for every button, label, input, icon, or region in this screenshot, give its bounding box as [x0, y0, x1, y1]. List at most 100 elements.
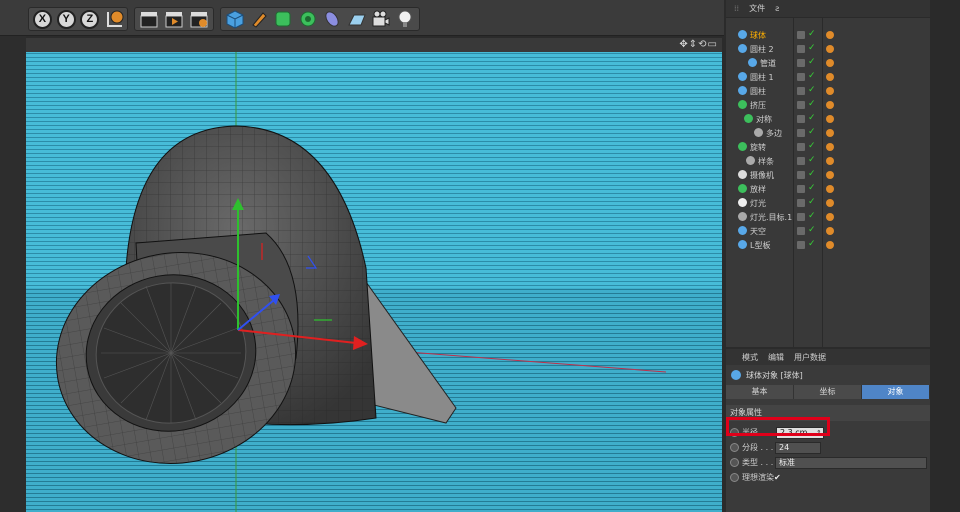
enabled-check-icon[interactable]: ✓ — [808, 127, 816, 137]
object-row[interactable]: 挤压 ✓ — [726, 98, 930, 112]
enabled-check-icon[interactable]: ✓ — [808, 141, 816, 151]
segments-anim-radio[interactable] — [730, 443, 739, 452]
layer-chip-icon[interactable] — [797, 45, 805, 53]
object-name[interactable]: 灯光.目标.1 — [750, 212, 792, 223]
enabled-check-icon[interactable]: ✓ — [808, 197, 816, 207]
object-name[interactable]: 天空 — [750, 226, 766, 237]
viewport-nav-icons[interactable]: ✥⇕⟲▭ — [679, 39, 718, 50]
layer-chip-icon[interactable] — [797, 185, 805, 193]
mode-menu[interactable]: 模式 — [742, 352, 758, 363]
object-row[interactable]: 灯光.目标.1 ✓ — [726, 210, 930, 224]
layer-chip-icon[interactable] — [797, 227, 805, 235]
tag-icon[interactable] — [826, 101, 834, 109]
object-name[interactable]: 圆柱 1 — [750, 72, 774, 83]
layer-chip-icon[interactable] — [797, 241, 805, 249]
tag-icon[interactable] — [826, 185, 834, 193]
object-row[interactable]: 旋转 ✓ — [726, 140, 930, 154]
layer-chip-icon[interactable] — [797, 59, 805, 67]
object-name[interactable]: 样条 — [758, 156, 774, 167]
add-deformer-button[interactable] — [322, 9, 343, 29]
object-name[interactable]: 旋转 — [750, 142, 766, 153]
enabled-check-icon[interactable]: ✓ — [808, 43, 816, 53]
layer-chip-icon[interactable] — [797, 199, 805, 207]
render-settings-button[interactable] — [188, 9, 210, 29]
add-light-button[interactable] — [395, 9, 416, 29]
lock-x-button[interactable]: X — [32, 9, 53, 29]
object-row[interactable]: 球体 ✓ — [726, 28, 930, 42]
lock-z-button[interactable]: Z — [80, 9, 101, 29]
object-row[interactable]: 圆柱 2 ✓ — [726, 42, 930, 56]
object-name[interactable]: 圆柱 2 — [750, 44, 774, 55]
view-menu-icon[interactable]: ƨ — [775, 4, 779, 13]
object-name[interactable]: L型板 — [750, 240, 770, 251]
render-view-button[interactable] — [138, 9, 160, 29]
tag-icon[interactable] — [826, 115, 834, 123]
layer-chip-icon[interactable] — [797, 129, 805, 137]
tag-icon[interactable] — [826, 45, 834, 53]
add-cube-button[interactable] — [224, 9, 245, 29]
tag-icon[interactable] — [826, 171, 834, 179]
enabled-check-icon[interactable]: ✓ — [808, 211, 816, 221]
tag-icon[interactable] — [826, 241, 834, 249]
object-row[interactable]: 圆柱 ✓ — [726, 84, 930, 98]
object-name[interactable]: 管道 — [760, 58, 776, 69]
object-name[interactable]: 挤压 — [750, 100, 766, 111]
add-spline-pen-button[interactable] — [248, 9, 269, 29]
object-row[interactable]: L型板 ✓ — [726, 238, 930, 252]
object-name[interactable]: 圆柱 — [750, 86, 766, 97]
enabled-check-icon[interactable]: ✓ — [808, 85, 816, 95]
add-subdivision-button[interactable] — [273, 9, 294, 29]
tag-icon[interactable] — [826, 31, 834, 39]
tag-icon[interactable] — [826, 143, 834, 151]
tag-icon[interactable] — [826, 129, 834, 137]
tab-object[interactable]: 对象 — [862, 385, 930, 399]
enabled-check-icon[interactable]: ✓ — [808, 169, 816, 179]
layer-chip-icon[interactable] — [797, 73, 805, 81]
enabled-check-icon[interactable]: ✓ — [808, 57, 816, 67]
object-row[interactable]: 圆柱 1 ✓ — [726, 70, 930, 84]
tag-icon[interactable] — [826, 59, 834, 67]
tag-icon[interactable] — [826, 157, 834, 165]
object-name[interactable]: 放样 — [750, 184, 766, 195]
layer-chip-icon[interactable] — [797, 171, 805, 179]
object-row[interactable]: 多边 ✓ — [726, 126, 930, 140]
segments-input[interactable]: 24 — [775, 441, 821, 454]
object-row[interactable]: 天空 ✓ — [726, 224, 930, 238]
layer-chip-icon[interactable] — [797, 115, 805, 123]
tab-basic[interactable]: 基本 — [726, 385, 794, 399]
enabled-check-icon[interactable]: ✓ — [808, 113, 816, 123]
add-floor-button[interactable] — [346, 9, 367, 29]
tag-icon[interactable] — [826, 213, 834, 221]
object-row[interactable]: 放样 ✓ — [726, 182, 930, 196]
enabled-check-icon[interactable]: ✓ — [808, 155, 816, 165]
object-name[interactable]: 球体 — [750, 30, 766, 41]
enabled-check-icon[interactable]: ✓ — [808, 225, 816, 235]
enabled-check-icon[interactable]: ✓ — [808, 99, 816, 109]
layer-chip-icon[interactable] — [797, 213, 805, 221]
object-row[interactable]: 管道 ✓ — [726, 56, 930, 70]
user-data-menu[interactable]: 用户数据 — [794, 352, 826, 363]
render-perfect-anim-radio[interactable] — [730, 473, 739, 482]
3d-viewport[interactable]: ✥⇕⟲▭ — [26, 38, 722, 512]
object-name[interactable]: 多边 — [766, 128, 782, 139]
object-row[interactable]: 灯光 ✓ — [726, 196, 930, 210]
add-camera-button[interactable] — [370, 9, 391, 29]
type-anim-radio[interactable] — [730, 458, 739, 467]
render-perfect-checkbox[interactable]: ✔ — [774, 473, 781, 482]
object-row[interactable]: 摄像机 ✓ — [726, 168, 930, 182]
enabled-check-icon[interactable]: ✓ — [808, 239, 816, 249]
enabled-check-icon[interactable]: ✓ — [808, 71, 816, 81]
layer-chip-icon[interactable] — [797, 101, 805, 109]
object-name[interactable]: 对称 — [756, 114, 772, 125]
tag-icon[interactable] — [826, 73, 834, 81]
type-select[interactable]: 标准 — [775, 456, 927, 469]
lock-y-button[interactable]: Y — [56, 9, 77, 29]
tab-coordinates[interactable]: 坐标 — [794, 385, 862, 399]
layer-chip-icon[interactable] — [797, 157, 805, 165]
file-menu[interactable]: 文件 — [749, 3, 765, 14]
render-picture-viewer-button[interactable] — [163, 9, 185, 29]
object-name[interactable]: 灯光 — [750, 198, 766, 209]
edit-menu[interactable]: 编辑 — [768, 352, 784, 363]
tag-icon[interactable] — [826, 227, 834, 235]
layer-chip-icon[interactable] — [797, 31, 805, 39]
